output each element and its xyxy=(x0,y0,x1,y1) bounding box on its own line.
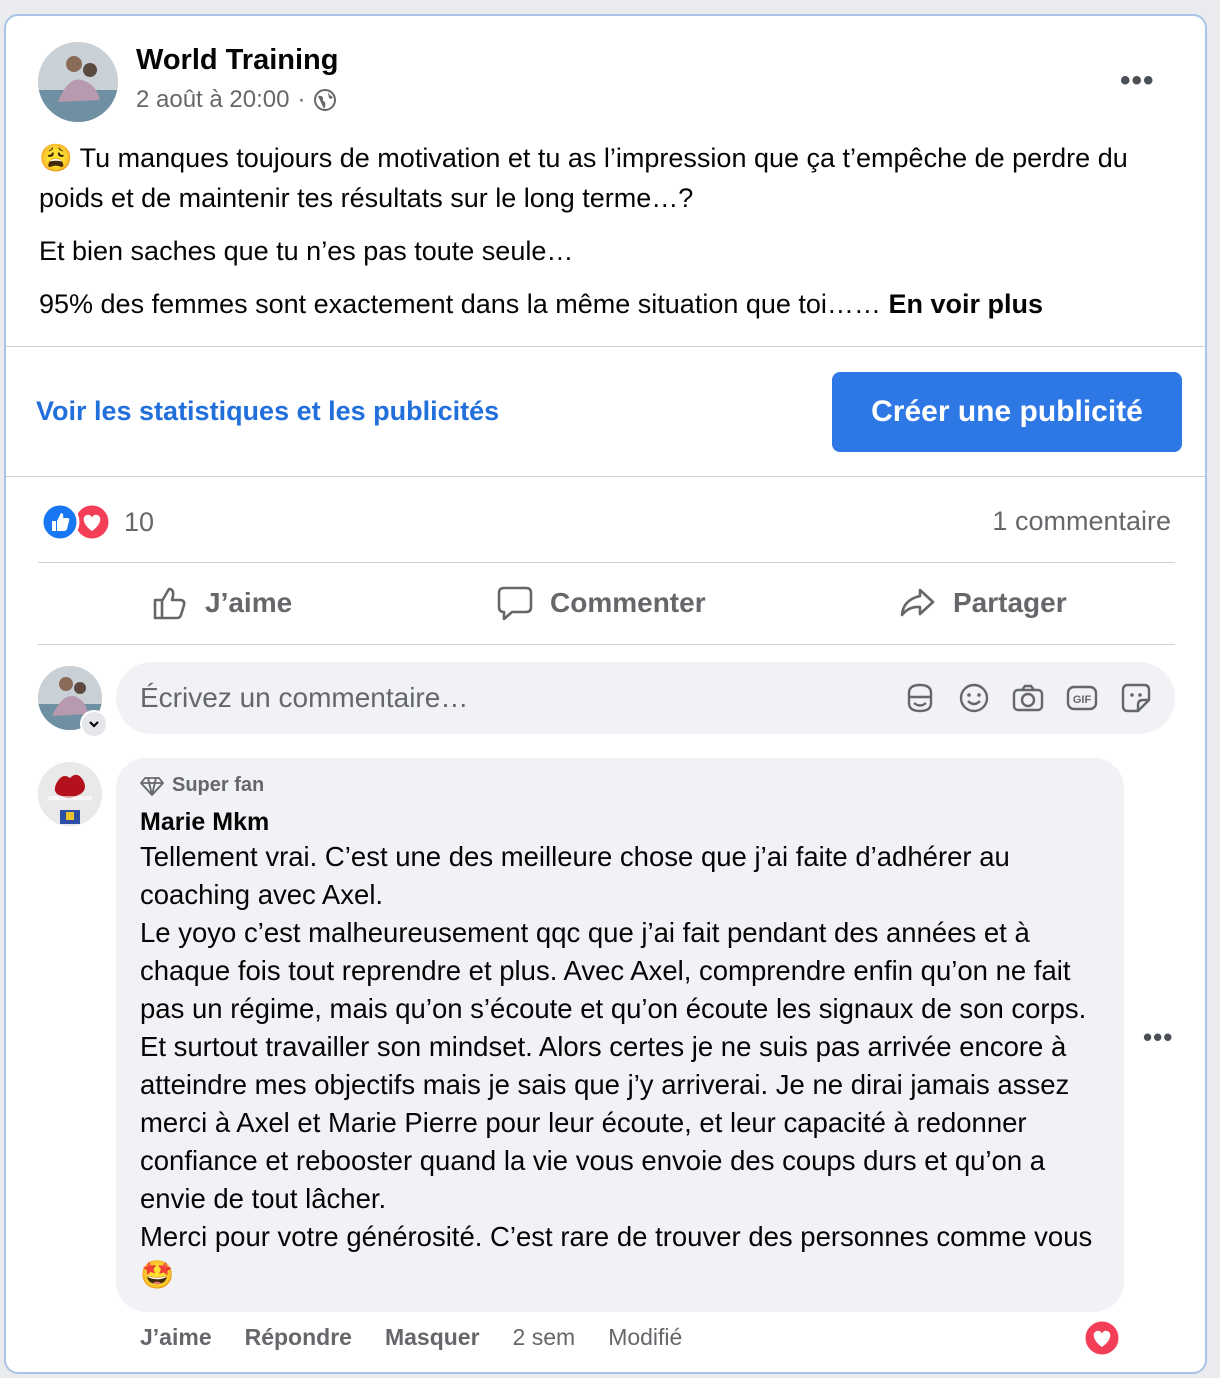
divider xyxy=(6,476,1205,477)
meta-separator: · xyxy=(297,86,306,113)
reactions-summary[interactable]: 10 xyxy=(40,502,170,542)
gif-icon[interactable]: GIF xyxy=(1065,681,1099,715)
comment-hide-button[interactable]: Masquer xyxy=(385,1324,480,1351)
comment-text: Tellement vrai. C’est une des meilleure … xyxy=(140,838,1110,1294)
divider xyxy=(6,346,1205,347)
like-button[interactable]: J’aime xyxy=(151,584,292,622)
comment-button[interactable]: Commenter xyxy=(496,584,706,622)
avatar-sticker-icon[interactable] xyxy=(903,681,937,715)
svg-text:GIF: GIF xyxy=(1073,694,1092,706)
comment-bubble: Super fan Marie Mkm Tellement vrai. C’es… xyxy=(116,758,1124,1312)
camera-icon[interactable] xyxy=(1011,681,1045,715)
post-paragraph-1: Tu manques toujours de motivation et tu … xyxy=(39,143,1128,213)
thumbs-up-icon xyxy=(153,587,186,620)
comment-count[interactable]: 1 commentaire xyxy=(992,506,1171,537)
post-body: 😩 Tu manques toujours de motivation et t… xyxy=(39,138,1179,324)
post-date[interactable]: 2 août à 20:00 xyxy=(136,86,289,114)
emoji-icon[interactable] xyxy=(957,681,991,715)
post-paragraph-3: 95% des femmes sont exactement dans la m… xyxy=(39,289,881,319)
badge-label: Super fan xyxy=(172,774,265,796)
divider xyxy=(38,562,1175,563)
comment-edited[interactable]: Modifié xyxy=(608,1324,682,1351)
post-card: World Training 2 août à 20:00 · ••• 😩 Tu… xyxy=(4,14,1207,1374)
comment-label: Commenter xyxy=(550,587,706,618)
comment-input[interactable]: Écrivez un commentaire… GIF xyxy=(116,662,1175,734)
comment-placeholder: Écrivez un commentaire… xyxy=(140,682,469,713)
comment-like-button[interactable]: J’aime xyxy=(140,1324,212,1351)
speech-bubble-icon xyxy=(497,586,533,621)
like-label: J’aime xyxy=(205,587,293,618)
like-reaction-icon xyxy=(40,502,80,542)
post-meta: 2 août à 20:00 · xyxy=(136,86,337,114)
star-struck-emoji: 🤩 xyxy=(140,1259,175,1290)
page-avatar[interactable] xyxy=(38,42,118,122)
comment-reply-button[interactable]: Répondre xyxy=(245,1324,352,1351)
stats-link[interactable]: Voir les statistiques et les publicités xyxy=(36,396,499,427)
share-label: Partager xyxy=(953,587,1067,618)
globe-icon xyxy=(314,89,337,111)
comment-options-icon[interactable]: ••• xyxy=(1143,1024,1173,1050)
post-options-icon[interactable]: ••• xyxy=(1120,66,1155,96)
page-name[interactable]: World Training xyxy=(136,44,338,77)
super-fan-badge[interactable]: Super fan xyxy=(140,774,264,797)
comment-footer: J’aime Répondre Masquer 2 sem Modifié xyxy=(140,1324,682,1351)
comment-time[interactable]: 2 sem xyxy=(513,1324,576,1351)
account-switch-chevron-icon[interactable] xyxy=(80,710,108,738)
post-paragraph-2: Et bien saches que tu n’es pas toute seu… xyxy=(39,236,574,266)
comment-love-reaction-icon[interactable] xyxy=(1082,1318,1122,1358)
reaction-count[interactable]: 10 xyxy=(124,507,154,538)
commenter-avatar[interactable] xyxy=(38,762,102,826)
see-more-link[interactable]: En voir plus xyxy=(888,289,1043,319)
share-arrow-icon xyxy=(900,588,935,617)
create-ad-button[interactable]: Créer une publicité xyxy=(832,372,1182,452)
share-button[interactable]: Partager xyxy=(899,584,1067,622)
divider xyxy=(38,644,1175,645)
sticker-icon[interactable] xyxy=(1119,681,1153,715)
tired-face-emoji: 😩 xyxy=(39,143,73,173)
comment-author[interactable]: Marie Mkm xyxy=(140,808,269,837)
diamond-icon xyxy=(140,776,164,796)
comment-text-body: Tellement vrai. C’est une des meilleure … xyxy=(140,841,1093,1252)
